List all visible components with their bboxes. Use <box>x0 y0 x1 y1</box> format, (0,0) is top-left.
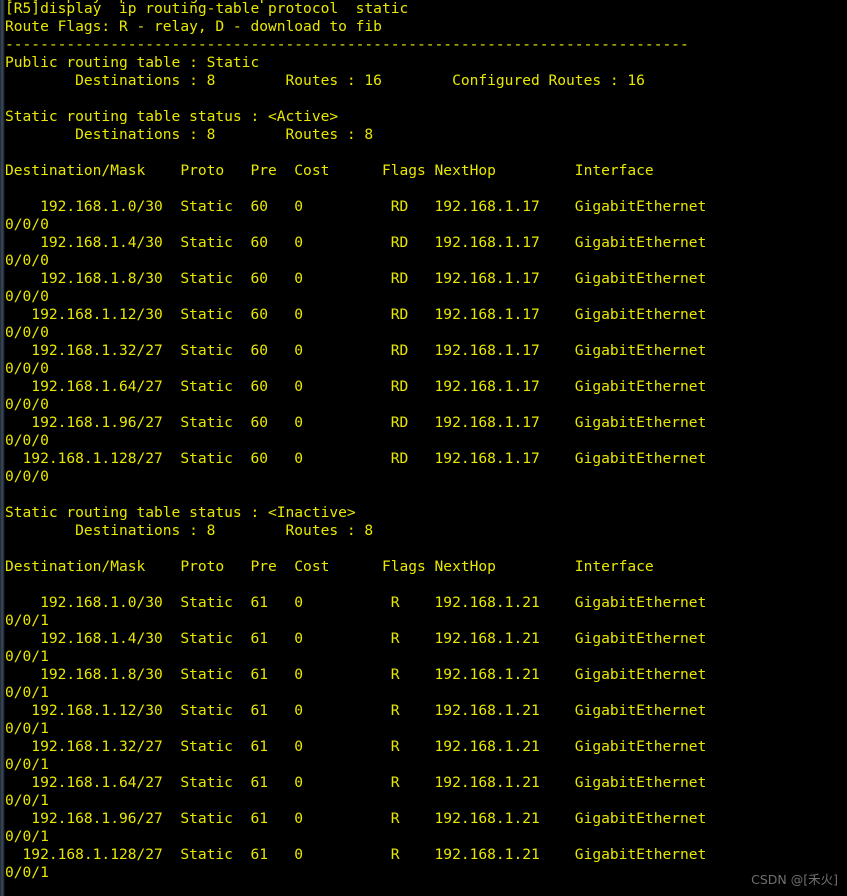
window-left-border <box>0 0 5 896</box>
terminal-window[interactable]: [R5]display ip routing-table protocol st… <box>0 0 847 896</box>
csdn-watermark: CSDN @[禾火] <box>751 872 838 887</box>
console-output: [R5]display ip routing-table protocol st… <box>5 0 707 881</box>
clipped-previous-command-line: [R5]display ip routing-table protocol st… <box>5 0 847 5</box>
